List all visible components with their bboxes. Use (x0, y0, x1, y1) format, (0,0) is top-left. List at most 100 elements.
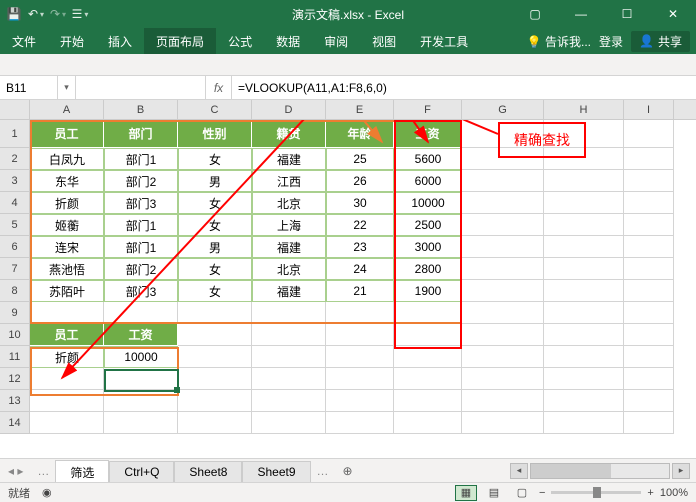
tab-formulas[interactable]: 公式 (216, 28, 264, 54)
cell[interactable]: 女 (178, 280, 252, 302)
cell[interactable] (394, 390, 462, 412)
col-header[interactable]: C (178, 100, 252, 119)
cell[interactable]: 24 (326, 258, 394, 280)
cell[interactable] (624, 412, 674, 434)
cell[interactable] (252, 390, 326, 412)
zoom-in-icon[interactable]: + (647, 487, 653, 499)
cell[interactable]: 女 (178, 192, 252, 214)
minimize-icon[interactable]: — (558, 0, 604, 28)
cell[interactable] (104, 390, 178, 412)
share-button[interactable]: 👤 共享 (631, 31, 690, 52)
cell[interactable]: 工资 (104, 324, 178, 346)
cell[interactable] (624, 148, 674, 170)
formula-input[interactable]: =VLOOKUP(A11,A1:F8,6,0) (232, 81, 696, 95)
cell[interactable]: 燕池悟 (30, 258, 104, 280)
cell[interactable] (252, 412, 326, 434)
cell[interactable] (462, 390, 544, 412)
cell[interactable]: 性别 (178, 120, 252, 148)
cell[interactable] (462, 412, 544, 434)
tab-developer[interactable]: 开发工具 (408, 28, 480, 54)
undo-icon[interactable]: ↶▾ (28, 6, 44, 22)
page-break-view-icon[interactable]: ▢ (511, 485, 533, 501)
cell[interactable]: 北京 (252, 258, 326, 280)
row-header[interactable]: 1 (0, 120, 30, 148)
cell[interactable]: 25 (326, 148, 394, 170)
cell[interactable] (394, 368, 462, 390)
cell[interactable] (394, 324, 462, 346)
tab-data[interactable]: 数据 (264, 28, 312, 54)
cell[interactable]: 员工 (30, 324, 104, 346)
name-box-dropdown-icon[interactable]: ▾ (58, 76, 76, 99)
zoom-level[interactable]: 100% (660, 487, 688, 499)
cell[interactable] (462, 214, 544, 236)
cell[interactable]: 部门2 (104, 170, 178, 192)
tab-review[interactable]: 审阅 (312, 28, 360, 54)
macro-record-icon[interactable]: ◉ (42, 486, 52, 499)
cell[interactable] (544, 258, 624, 280)
col-header[interactable]: D (252, 100, 326, 119)
sheet-tab[interactable]: Sheet8 (174, 461, 242, 482)
cell[interactable]: 籍贯 (252, 120, 326, 148)
cell[interactable] (544, 192, 624, 214)
name-box[interactable]: B11 (0, 76, 58, 99)
cell[interactable] (104, 412, 178, 434)
row-header[interactable]: 12 (0, 368, 30, 390)
cell[interactable]: 22 (326, 214, 394, 236)
cell[interactable] (178, 324, 252, 346)
cell[interactable]: 23 (326, 236, 394, 258)
cell[interactable]: 折颜 (30, 346, 104, 368)
cell[interactable]: 年龄 (326, 120, 394, 148)
row-header[interactable]: 8 (0, 280, 30, 302)
cell[interactable]: 福建 (252, 148, 326, 170)
cell[interactable]: 男 (178, 236, 252, 258)
cell[interactable]: 连宋 (30, 236, 104, 258)
cell[interactable]: 工资 (394, 120, 462, 148)
cell[interactable] (30, 412, 104, 434)
fx-icon[interactable]: fx (206, 76, 232, 99)
cell[interactable]: 5600 (394, 148, 462, 170)
zoom-out-icon[interactable]: − (539, 487, 545, 499)
cell[interactable] (544, 236, 624, 258)
cell[interactable]: 2500 (394, 214, 462, 236)
cell[interactable]: 部门 (104, 120, 178, 148)
cell[interactable] (624, 170, 674, 192)
cell[interactable] (326, 302, 394, 324)
sheet-nav[interactable]: ◂ ▸ (0, 464, 31, 478)
cell[interactable]: 10000 (394, 192, 462, 214)
cell[interactable] (624, 192, 674, 214)
cell[interactable] (624, 346, 674, 368)
row-header[interactable]: 7 (0, 258, 30, 280)
cell[interactable]: 女 (178, 214, 252, 236)
row-header[interactable]: 3 (0, 170, 30, 192)
cell[interactable] (544, 214, 624, 236)
cell[interactable]: 10000 (104, 346, 178, 368)
cell[interactable] (462, 236, 544, 258)
cell[interactable]: 白凤九 (30, 148, 104, 170)
cell[interactable]: 部门3 (104, 192, 178, 214)
qat-menu-icon[interactable]: ☰▾ (72, 6, 88, 22)
tab-view[interactable]: 视图 (360, 28, 408, 54)
save-icon[interactable]: 💾 (6, 6, 22, 22)
col-header[interactable]: F (394, 100, 462, 119)
cell[interactable]: 姬蘅 (30, 214, 104, 236)
cell[interactable] (544, 302, 624, 324)
cell[interactable] (624, 280, 674, 302)
tab-insert[interactable]: 插入 (96, 28, 144, 54)
cell[interactable]: 苏陌叶 (30, 280, 104, 302)
cell[interactable]: 福建 (252, 236, 326, 258)
cell[interactable] (178, 390, 252, 412)
tab-file[interactable]: 文件 (0, 28, 48, 54)
col-header[interactable]: H (544, 100, 624, 119)
row-header[interactable]: 9 (0, 302, 30, 324)
cell[interactable] (326, 390, 394, 412)
cell[interactable]: 女 (178, 258, 252, 280)
scroll-left-icon[interactable]: ◂ (510, 463, 528, 479)
page-layout-view-icon[interactable]: ▤ (483, 485, 505, 501)
cell[interactable]: 折颜 (30, 192, 104, 214)
col-header[interactable]: B (104, 100, 178, 119)
cell[interactable] (326, 346, 394, 368)
cell[interactable]: 2800 (394, 258, 462, 280)
cell[interactable] (462, 258, 544, 280)
cell[interactable]: 6000 (394, 170, 462, 192)
select-all-corner[interactable] (0, 100, 30, 119)
